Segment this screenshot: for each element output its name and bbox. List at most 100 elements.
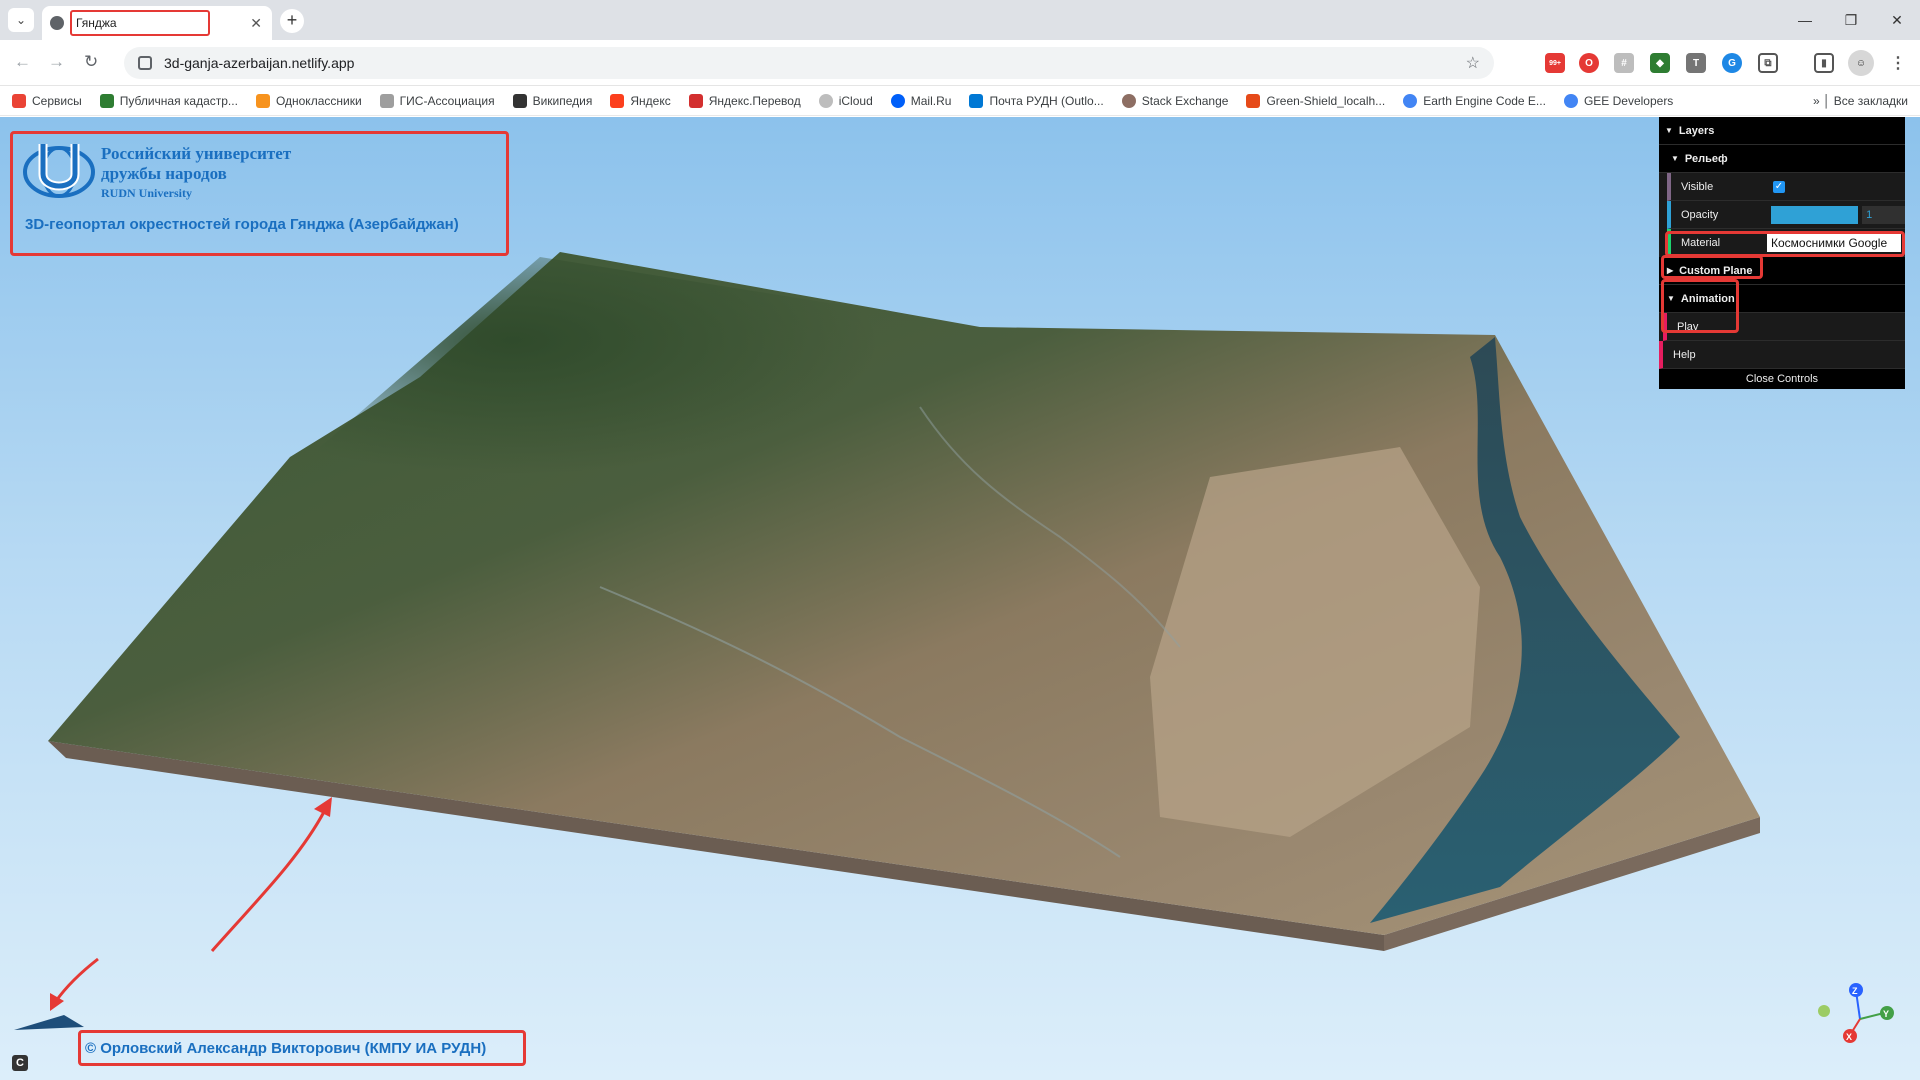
material-label: Material (1681, 236, 1721, 249)
menu-kebab-icon[interactable]: ⋮ (1888, 53, 1908, 73)
bookmark-item[interactable]: Сервисы (12, 93, 82, 108)
notifications-extension-icon[interactable]: 99+ (1545, 53, 1565, 73)
bookmark-item[interactable]: Green-Shield_localh... (1246, 93, 1386, 108)
page-title: 3D-геопортал окрестностей города Гянджа … (25, 216, 459, 233)
folder-relief[interactable]: ▼ Рельеф (1659, 145, 1905, 173)
yandex-translate-icon (688, 93, 703, 108)
axis-x-label: X (1846, 1032, 1852, 1042)
wikipedia-icon (512, 93, 527, 108)
bookmark-label: Одноклассники (275, 93, 362, 108)
bookmark-item[interactable]: Почта РУДН (Outlo... (969, 93, 1104, 108)
opacity-control: Opacity 1 (1667, 201, 1905, 229)
mailru-icon (890, 93, 905, 108)
rudn-logo-icon (23, 144, 95, 198)
restore-button[interactable]: ❐ (1828, 0, 1874, 40)
bookmark-label: Сервисы (32, 93, 82, 108)
bookmark-item[interactable]: ГИС-Ассоциация (379, 93, 495, 108)
author-credit: © Орловский Александр Викторович (КМПУ И… (85, 1039, 487, 1057)
bookmarks-bar: Сервисы Публичная кадастр... Одноклассни… (0, 86, 1920, 116)
folder-layers[interactable]: ▼ Layers (1659, 117, 1905, 145)
browser-tabstrip: ⌄ Гянджа ✕ + — ❐ ✕ (0, 0, 1920, 40)
bookmark-label: Earth Engine Code E... (1423, 93, 1546, 108)
opacity-input[interactable]: 1 (1862, 205, 1905, 224)
puzzle-extensions-icon[interactable]: ⧉ (1758, 53, 1778, 73)
google-icon (1563, 93, 1578, 108)
new-tab-button[interactable]: + (280, 9, 304, 33)
outlook-icon (969, 93, 984, 108)
play-button-label: Play (1677, 320, 1699, 333)
visible-control: Visible ✓ (1667, 173, 1905, 201)
green-shield-icon (1246, 93, 1261, 108)
reload-icon[interactable]: ↻ (84, 52, 98, 72)
material-select[interactable]: Космоснимки Google (1767, 233, 1901, 252)
folder-custom-plane[interactable]: ▶ Custom Plane (1659, 257, 1905, 285)
bookmark-label: Публичная кадастр... (119, 93, 238, 108)
notification-badge: 99+ (1549, 59, 1561, 67)
translate-extension-icon[interactable]: G (1722, 53, 1742, 73)
icloud-icon (818, 93, 833, 108)
apps-grid-icon (12, 93, 26, 108)
arrow-head (50, 993, 64, 1011)
bookmark-item[interactable]: iCloud (818, 93, 873, 108)
folder-label: Layers (1678, 124, 1715, 137)
close-controls-button[interactable]: Close Controls (1659, 369, 1905, 389)
minimize-button[interactable]: — (1782, 0, 1828, 40)
annotation-arrow (210, 809, 327, 952)
side-panel-icon[interactable]: ▮ (1814, 53, 1834, 73)
yandex-icon (610, 93, 625, 108)
author-credit-box: © Орловский Александр Викторович (КМПУ И… (78, 1030, 526, 1066)
tab-search-button[interactable]: ⌄ (8, 8, 34, 32)
bookmark-label: iCloud (838, 93, 873, 108)
forward-icon[interactable]: → (48, 52, 65, 72)
university-name: Российский университет дружбы народов (101, 144, 291, 184)
bookmark-item[interactable]: Одноклассники (255, 93, 362, 108)
caret-down-icon: ▼ (1667, 294, 1675, 303)
profile-avatar[interactable]: ☺ (1848, 50, 1874, 76)
annotation-arrow (54, 957, 99, 1002)
controls-panel: ▼ Layers ▼ Рельеф Visible ✓ Opacity 1 Mate… (1659, 117, 1905, 389)
folder-label: Рельеф (1684, 152, 1728, 165)
close-icon[interactable]: ✕ (250, 15, 262, 32)
caret-down-icon: ▼ (1665, 126, 1673, 135)
bookmark-label: GEE Developers (1583, 93, 1674, 108)
caret-right-icon: ▶ (1667, 266, 1674, 275)
close-controls-label: Close Controls (1745, 373, 1819, 385)
terrain-scene[interactable]: Z Y X (0, 117, 1920, 1080)
help-control[interactable]: Help (1659, 341, 1905, 369)
bookmark-label: Green-Shield_localh... (1266, 93, 1386, 108)
visible-checkbox[interactable]: ✓ (1773, 180, 1785, 193)
bookmark-item[interactable]: Википедия (512, 93, 592, 108)
browser-tab[interactable]: Гянджа ✕ (42, 6, 272, 40)
stack-exchange-icon (1121, 93, 1136, 108)
gis-association-icon (379, 93, 394, 108)
copyright-icon[interactable]: C (12, 1055, 28, 1071)
bookmark-item[interactable]: Публичная кадастр... (99, 93, 238, 108)
3d-viewport[interactable]: Z Y X Российский университет дружбы наро… (0, 117, 1920, 1080)
axes-helper: Z Y X (1818, 983, 1894, 1043)
bookmark-item[interactable]: GEE Developers (1563, 93, 1674, 108)
opacity-slider[interactable] (1770, 205, 1859, 224)
site-info-icon[interactable] (138, 56, 152, 70)
bookmark-item[interactable]: Яндекс (610, 93, 671, 108)
all-bookmarks-button[interactable]: » │ Все закладки (1813, 94, 1908, 108)
material-control: Material Космоснимки Google (1667, 229, 1905, 257)
text-extension-icon[interactable]: T (1686, 53, 1706, 73)
bookmark-item[interactable]: Яндекс.Перевод (688, 93, 801, 108)
header-block: Российский университет дружбы народов RU… (10, 131, 509, 256)
bookmark-item[interactable]: Stack Exchange (1121, 93, 1228, 108)
opera-extension-icon[interactable]: O (1579, 53, 1599, 73)
bookmark-star-icon[interactable]: ☆ (1466, 53, 1480, 73)
address-bar[interactable]: 3d-ganja-azerbaijan.netlify.app ☆ (124, 47, 1494, 79)
window-close-button[interactable]: ✕ (1874, 0, 1920, 40)
back-icon[interactable]: ← (14, 52, 31, 72)
bookmark-label: Почта РУДН (Outlo... (989, 93, 1104, 108)
bookmark-item[interactable]: Mail.Ru (890, 93, 952, 108)
bookmark-label: Mail.Ru (910, 93, 952, 108)
bookmark-item[interactable]: Earth Engine Code E... (1403, 93, 1546, 108)
folder-animation[interactable]: ▼ Animation (1659, 285, 1905, 313)
layers-extension-icon[interactable]: ◆ (1650, 53, 1670, 73)
play-control[interactable]: Play (1663, 313, 1905, 341)
earth-engine-icon (1403, 93, 1418, 108)
opacity-label: Opacity (1681, 208, 1719, 221)
grid-extension-icon[interactable]: # (1614, 53, 1634, 73)
